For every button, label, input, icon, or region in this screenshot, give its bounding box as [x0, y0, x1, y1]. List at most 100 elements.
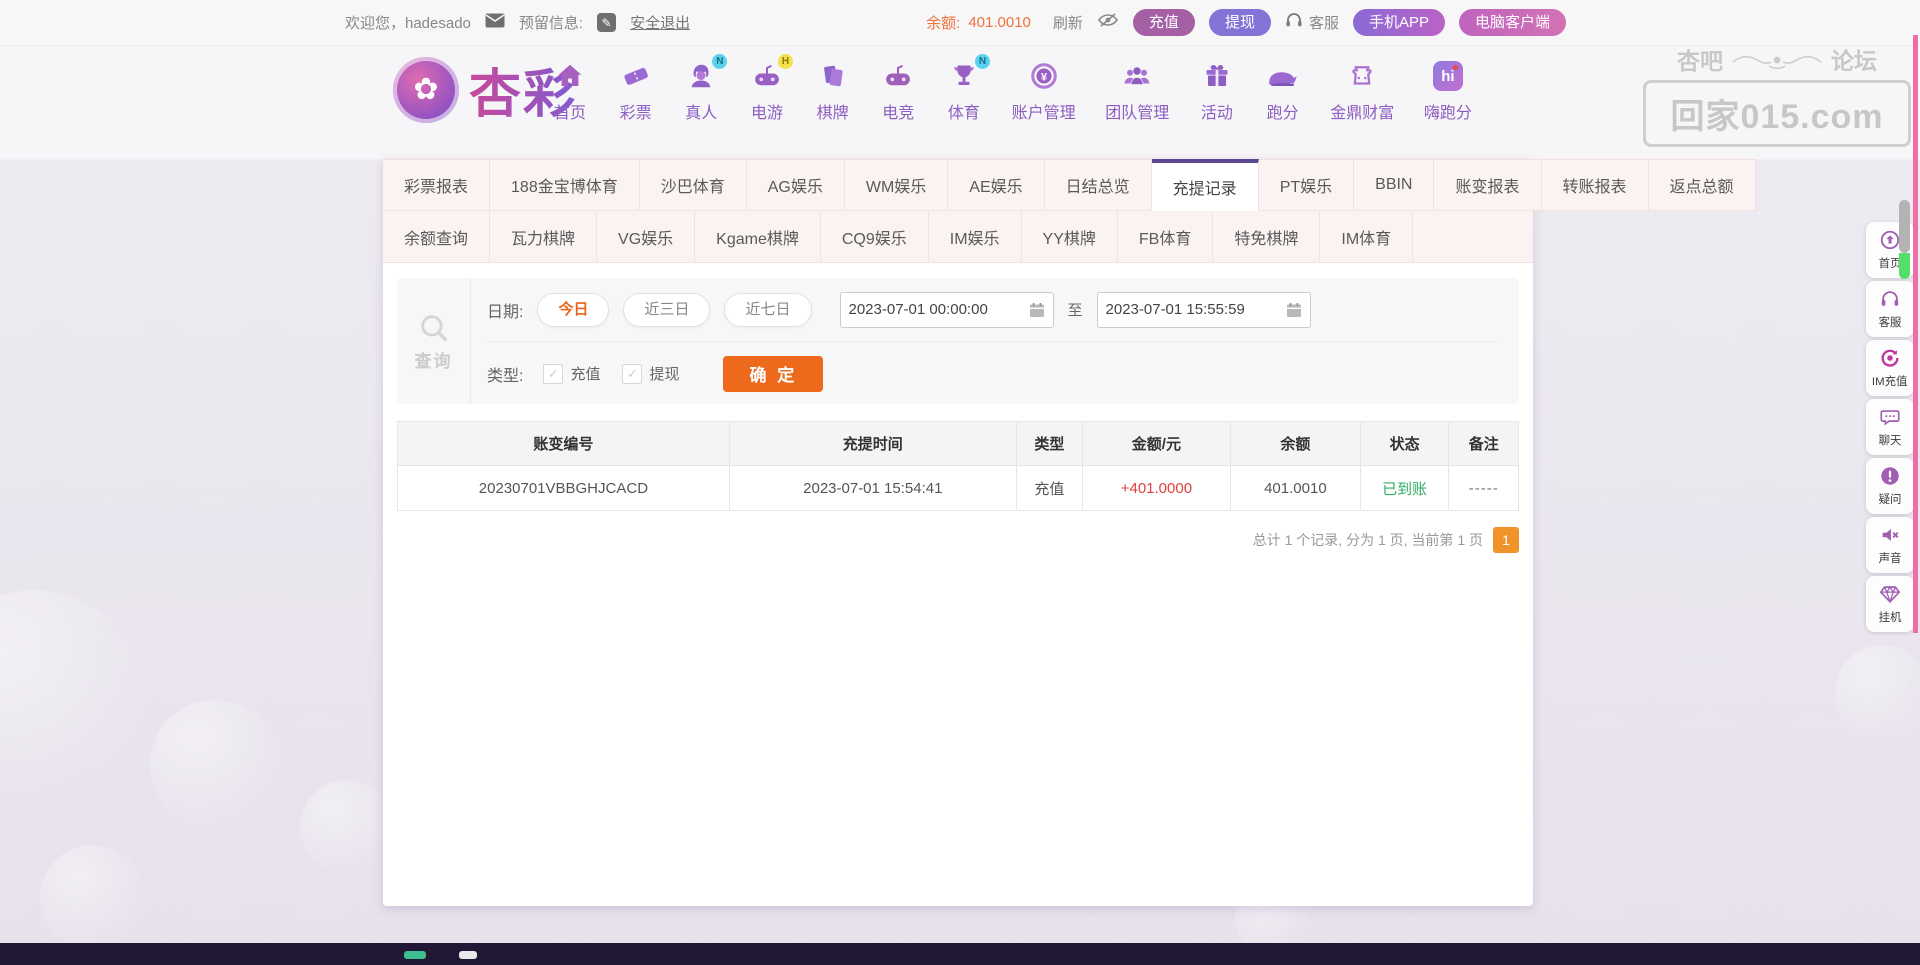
date-presets: 今日 近三日 近七日: [537, 292, 812, 327]
tab-BBIN[interactable]: BBIN: [1354, 159, 1435, 211]
tab-账变报表[interactable]: 账变报表: [1434, 159, 1542, 211]
nav-item-home[interactable]: 首页: [552, 58, 588, 123]
scrollbar-green-segment: [1899, 253, 1910, 279]
submit-button[interactable]: 确 定: [723, 355, 824, 392]
scrollbar-thumb[interactable]: [1899, 200, 1910, 253]
tab-FB体育[interactable]: FB体育: [1117, 211, 1214, 263]
nav-item-team[interactable]: 团队管理: [1105, 58, 1169, 123]
date-to-input[interactable]: 2023-07-01 15:55:59: [1096, 291, 1311, 328]
main-nav: 首页 彩票 N 真人 H 电游 棋牌 电竞 N 体育 ¥ 账户管理 团队管理 活…: [552, 54, 1472, 123]
site-logo[interactable]: ✿ 杏彩: [393, 52, 577, 127]
tab-IM娱乐[interactable]: IM娱乐: [928, 211, 1022, 263]
tab-日结总览[interactable]: 日结总览: [1044, 159, 1152, 211]
tab-188金宝博体育[interactable]: 188金宝博体育: [490, 159, 640, 211]
sidebar-item-service[interactable]: 客服: [1866, 281, 1914, 337]
tab-AE娱乐[interactable]: AE娱乐: [948, 159, 1045, 211]
table-header-row: 账变编号 充提时间 类型 金额/元 余额 状态 备注: [397, 421, 1519, 466]
esports-icon: [880, 58, 916, 94]
tab-瓦力棋牌[interactable]: 瓦力棋牌: [490, 211, 598, 263]
column-header-余额: 余额: [1229, 421, 1361, 466]
tabs-row-1: 彩票报表 188金宝博体育 沙巴体育 AG娱乐 WM娱乐 AE娱乐 日结总览 充提记录 PT娱乐…: [383, 159, 1756, 211]
eye-slash-icon[interactable]: [1097, 12, 1119, 33]
tab-PT娱乐[interactable]: PT娱乐: [1258, 159, 1355, 211]
edit-icon[interactable]: ✎: [597, 13, 617, 32]
nav-item-account[interactable]: ¥ 账户管理: [1012, 58, 1076, 123]
tab-VG娱乐[interactable]: VG娱乐: [597, 211, 696, 263]
deposit-button[interactable]: 充值: [1132, 9, 1195, 36]
tab-Kgame棋牌[interactable]: Kgame棋牌: [695, 211, 821, 263]
mobile-app-button[interactable]: 手机APP: [1352, 9, 1445, 36]
tab-充提记录[interactable]: 充提记录: [1151, 159, 1259, 211]
type-checkbox-提现[interactable]: ✓ 提现: [622, 363, 679, 384]
tab-IM体育[interactable]: IM体育: [1320, 211, 1414, 263]
tab-特免棋牌[interactable]: 特免棋牌: [1213, 211, 1321, 263]
nav-item-cards[interactable]: 棋牌: [815, 58, 851, 123]
tab-WM娱乐[interactable]: WM娱乐: [844, 159, 949, 211]
type-filter-row: 类型: ✓ 充值 ✓ 提现 确 定: [487, 341, 1499, 405]
welcome-text: 欢迎您，hadesado: [345, 15, 471, 32]
sidebar-item-sound[interactable]: 声音: [1866, 517, 1914, 573]
tab-彩票报表[interactable]: 彩票报表: [383, 159, 491, 211]
badge-n: N: [974, 54, 990, 69]
nav-item-live[interactable]: N 真人: [683, 54, 728, 123]
nav-item-promo[interactable]: 活动: [1199, 58, 1235, 123]
sidebar-item-im-recharge[interactable]: IM充值: [1866, 340, 1914, 396]
flourish-icon: [1732, 55, 1822, 70]
decor-ball: [40, 845, 145, 950]
date-preset-今日[interactable]: 今日: [537, 292, 610, 327]
nav-item-paofen[interactable]: 跑分: [1265, 58, 1301, 123]
cell-c-time: 2023-07-01 15:54:41: [728, 465, 1017, 511]
sidebar-item-question[interactable]: 疑问: [1866, 458, 1914, 514]
table-row: 20230701VBBGHJCACD 2023-07-01 15:54:41 充值 +…: [397, 465, 1519, 511]
withdraw-button[interactable]: 提现: [1208, 9, 1271, 36]
tab-返点总额[interactable]: 返点总额: [1648, 159, 1756, 211]
logo-badge-icon: ✿: [393, 56, 459, 123]
tab-YY棋牌[interactable]: YY棋牌: [1021, 211, 1118, 263]
badge-h: H: [777, 54, 793, 69]
tab-转账报表[interactable]: 转账报表: [1541, 159, 1649, 211]
date-from-input[interactable]: 2023-07-01 00:00:00: [839, 291, 1054, 328]
gamepad-icon: H: [749, 54, 793, 94]
checkbox-icon[interactable]: ✓: [622, 363, 643, 384]
refresh-link[interactable]: 刷新: [1053, 12, 1083, 33]
rhino-icon: [1265, 58, 1301, 94]
tab-row-filler: [1413, 211, 1533, 263]
pc-client-button[interactable]: 电脑客户端: [1458, 9, 1566, 36]
pagination-current-page[interactable]: 1: [1493, 527, 1519, 553]
type-checkbox-充值[interactable]: ✓ 充值: [543, 363, 600, 384]
tab-沙巴体育[interactable]: 沙巴体育: [639, 159, 747, 211]
ticket-icon: [618, 58, 654, 94]
gift-icon: [1199, 58, 1235, 94]
calendar-icon: [1029, 302, 1044, 317]
nav-item-egames[interactable]: H 电游: [749, 54, 793, 123]
team-icon: [1119, 58, 1155, 94]
cell-c-status: 已到账: [1359, 465, 1450, 511]
logout-link[interactable]: 安全退出: [630, 12, 690, 33]
nav-item-jinding[interactable]: 金鼎财富: [1330, 58, 1394, 123]
sidebar-item-chat[interactable]: 聊天: [1866, 399, 1914, 455]
tab-余额查询[interactable]: 余额查询: [383, 211, 491, 263]
tab-AG娱乐[interactable]: AG娱乐: [746, 159, 845, 211]
tab-CQ9娱乐[interactable]: CQ9娱乐: [820, 211, 929, 263]
date-preset-近七日[interactable]: 近七日: [724, 292, 812, 327]
pagination: 总计 1 个记录, 分为 1 页, 当前第 1 页 1: [1253, 527, 1519, 553]
mail-icon[interactable]: [485, 13, 505, 33]
cell-c-type: 充值: [1015, 465, 1083, 511]
nav-item-esports[interactable]: 电竞: [880, 58, 916, 123]
checkbox-icon[interactable]: ✓: [543, 363, 564, 384]
nav-item-hipaofen[interactable]: hi 嗨跑分: [1424, 58, 1472, 123]
quick-sidebar: 首页 客服 IM充值 聊天 疑问 声音 挂机: [1866, 222, 1914, 632]
footer-bar: [0, 943, 1920, 965]
column-header-状态: 状态: [1359, 421, 1450, 466]
im-recharge-icon: [1881, 349, 1899, 367]
nav-item-sports[interactable]: N 体育: [946, 54, 990, 123]
watermark-right: 论坛: [1831, 48, 1877, 74]
calendar-icon: [1286, 302, 1301, 317]
sidebar-item-afk[interactable]: 挂机: [1866, 576, 1914, 632]
date-preset-近三日[interactable]: 近三日: [623, 292, 711, 327]
column-header-金额/元: 金额/元: [1081, 421, 1231, 466]
nav-item-lottery[interactable]: 彩票: [618, 58, 654, 123]
column-header-账变编号: 账变编号: [397, 421, 730, 466]
service-link[interactable]: 客服: [1309, 12, 1339, 33]
cards-icon: [815, 58, 851, 94]
